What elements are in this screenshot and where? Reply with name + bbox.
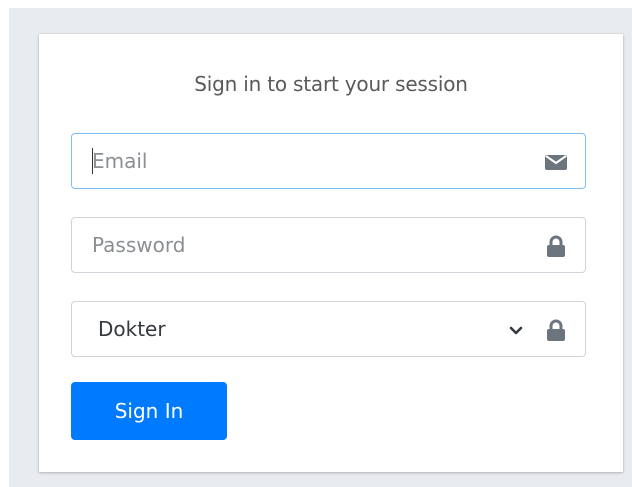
role-select-value: Dokter (98, 317, 166, 341)
sign-in-button[interactable]: Sign In (71, 382, 227, 440)
page-background: Sign in to start your session Dokter (9, 8, 632, 487)
email-field-wrapper (71, 133, 586, 189)
lock-icon (545, 319, 567, 341)
role-select[interactable]: Dokter (71, 301, 586, 357)
password-field-wrapper (71, 217, 586, 273)
text-caret (92, 148, 93, 174)
email-input[interactable] (72, 134, 512, 188)
chevron-down-icon (509, 324, 523, 336)
envelope-icon (545, 151, 567, 173)
password-input[interactable] (72, 218, 512, 272)
login-card: Sign in to start your session Dokter (39, 34, 623, 472)
login-heading: Sign in to start your session (194, 72, 468, 96)
lock-icon (545, 235, 567, 257)
